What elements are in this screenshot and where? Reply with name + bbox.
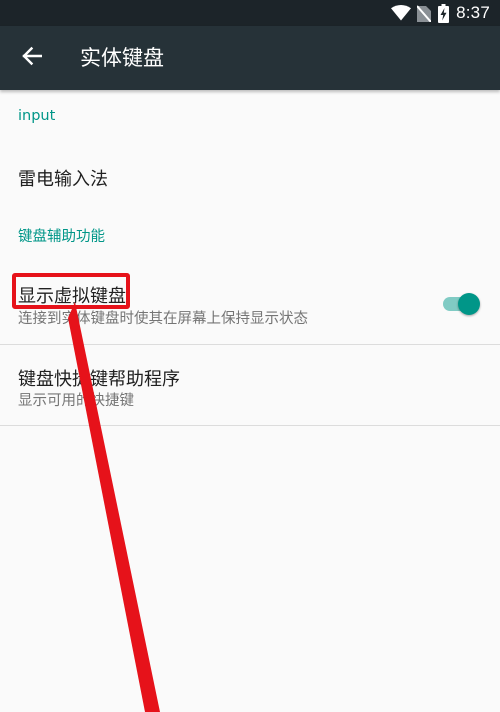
app-bar: 实体键盘 [0,26,500,90]
status-time: 8:37 [456,3,490,22]
back-button[interactable] [12,38,52,78]
page-title: 实体键盘 [80,46,164,70]
section-header-input: input [18,108,56,124]
pref-summary-show-virtual-keyboard: 连接到实体键盘时使其在屏幕上保持显示状态 [18,311,308,327]
pref-title-leidian-ime: 雷电输入法 [18,169,108,190]
switch-thumb [458,293,480,315]
pref-title-show-virtual-keyboard: 显示虚拟键盘 [18,286,126,307]
pref-summary-keyboard-shortcuts-helper: 显示可用的快捷键 [18,393,134,409]
no-sim-icon [417,4,432,22]
wifi-icon [391,5,412,21]
divider [0,425,500,426]
pref-title-keyboard-shortcuts-helper: 键盘快捷键帮助程序 [18,369,180,390]
status-icons: 8:37 [391,0,490,26]
show-virtual-keyboard-switch[interactable] [441,291,481,317]
status-bar: 8:37 [0,0,500,26]
battery-charging-icon [438,3,450,23]
section-header-keyboard-accessibility: 键盘辅助功能 [18,229,105,245]
arrow-back-icon [22,46,43,70]
